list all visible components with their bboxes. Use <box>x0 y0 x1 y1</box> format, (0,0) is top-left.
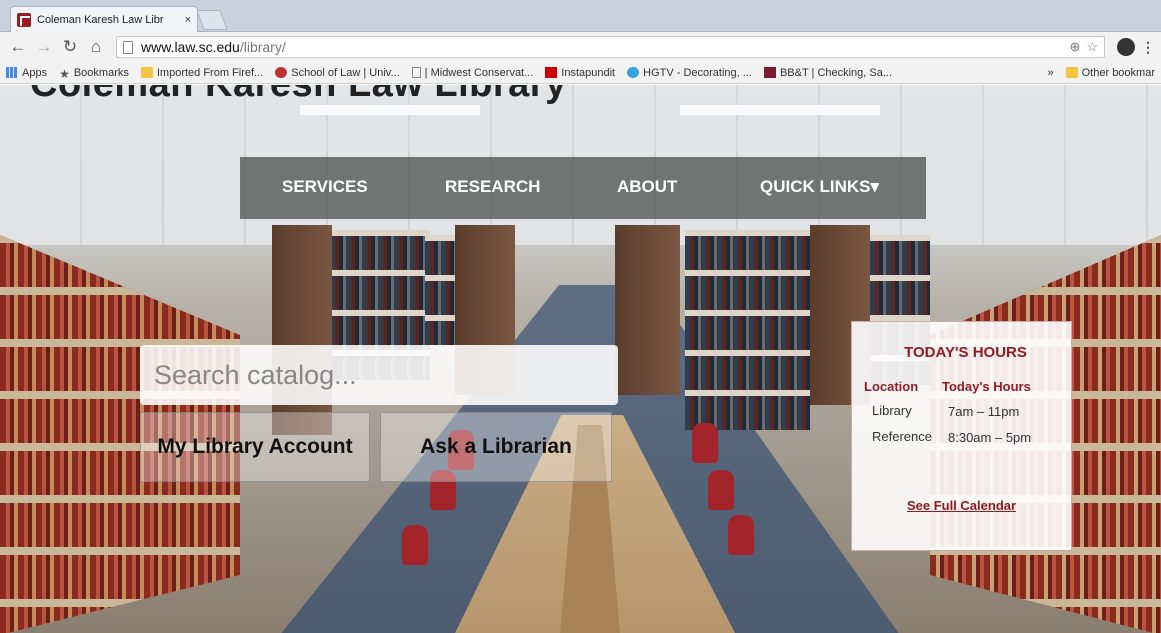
see-full-calendar-link[interactable]: See Full Calendar <box>852 498 1071 513</box>
address-bar[interactable]: www.law.sc.edu/library/ ⊕ ☆ <box>116 36 1105 58</box>
button-label: My Library Account <box>157 435 353 458</box>
bookmarks-overflow-button[interactable]: » <box>1048 67 1054 79</box>
browser-tabstrip: Coleman Karesh Law Libr × <box>0 0 1161 32</box>
nav-research[interactable]: RESEARCH <box>445 177 540 197</box>
button-label: Ask a Librarian <box>420 435 572 458</box>
browser-tab[interactable]: Coleman Karesh Law Libr × <box>10 6 198 32</box>
bookmark-label: Bookmarks <box>73 66 129 79</box>
folder-icon <box>1065 67 1078 78</box>
new-tab-button[interactable] <box>196 10 228 30</box>
hours-location-cell: Reference <box>872 429 932 444</box>
todays-hours-widget: TODAY'S HOURS Location Today's Hours Lib… <box>851 321 1072 551</box>
url-path: /library/ <box>239 39 286 55</box>
library-favicon-icon <box>17 12 31 27</box>
bookmark-label: School of Law | Univ... <box>291 66 400 79</box>
catalog-search-input[interactable] <box>154 359 604 391</box>
bookmark-imported[interactable]: Imported From Firef... <box>140 66 264 79</box>
nav-quick-links[interactable]: QUICK LINKS▾ <box>760 177 879 197</box>
bookmark-school-of-law[interactable]: School of Law | Univ... <box>275 66 400 79</box>
book-stack <box>685 230 810 430</box>
reload-icon[interactable]: ↻ <box>58 35 82 59</box>
stack-end-panel <box>615 225 680 395</box>
hours-table: Location Today's Hours Library 7am – 11p… <box>864 379 1059 446</box>
bookmarks-bar: Apps ★ Bookmarks Imported From Firef... S… <box>0 62 1161 84</box>
bookmark-label: HGTV - Decorating, ... <box>643 66 752 79</box>
hours-time-cell: 7am – 11pm <box>948 404 1020 419</box>
chair <box>728 515 754 555</box>
ceiling-light <box>680 105 880 115</box>
bbt-icon <box>763 67 776 78</box>
site-title[interactable]: Coleman Karesh Law Library <box>30 85 567 106</box>
bookmark-label: Other bookmar <box>1081 66 1155 79</box>
nav-about[interactable]: ABOUT <box>617 177 677 197</box>
browser-toolbar: ← → ↻ ⌂ www.law.sc.edu/library/ ⊕ ☆ ⋮ <box>0 32 1161 62</box>
back-icon[interactable]: ← <box>6 35 30 59</box>
bookmark-label: Apps <box>22 66 48 79</box>
bookmark-bookmarks[interactable]: ★ Bookmarks <box>59 66 129 82</box>
close-tab-icon[interactable]: × <box>185 14 191 26</box>
bookmark-bbt[interactable]: BB&T | Checking, Sa... <box>763 66 893 79</box>
star-icon: ★ <box>59 67 70 81</box>
my-library-account-button[interactable]: My Library Account <box>140 412 370 482</box>
zoom-icon[interactable]: ⊕ <box>1069 39 1080 55</box>
home-icon[interactable]: ⌂ <box>84 35 108 59</box>
nav-services[interactable]: SERVICES <box>282 177 368 197</box>
bookmark-instapundit[interactable]: Instapundit <box>545 67 615 79</box>
folder-icon <box>140 67 153 78</box>
ceiling-light <box>300 105 480 115</box>
bookmark-midwest[interactable]: | Midwest Conservat... <box>411 66 534 79</box>
bookmark-hgtv[interactable]: HGTV - Decorating, ... <box>627 67 752 79</box>
page-icon <box>411 67 421 78</box>
chair <box>708 470 734 510</box>
url-host: www.law.sc.edu <box>141 39 240 55</box>
tab-title: Coleman Karesh Law Libr <box>37 13 164 26</box>
bookmark-apps[interactable]: Apps <box>6 67 47 79</box>
hours-location-cell: Library <box>872 403 912 418</box>
bookmark-star-icon[interactable]: ☆ <box>1086 39 1098 55</box>
ask-a-librarian-button[interactable]: Ask a Librarian <box>380 412 612 482</box>
hours-time-cell: 8:30am – 5pm <box>948 430 1032 445</box>
hgtv-icon <box>627 67 640 78</box>
bookmark-other[interactable]: Other bookmar <box>1065 66 1155 79</box>
bookmark-label: Instapundit <box>561 66 616 79</box>
page-icon <box>123 40 133 54</box>
forward-icon[interactable]: → <box>32 35 56 59</box>
catalog-search-box <box>140 345 618 405</box>
browser-menu-icon[interactable]: ⋮ <box>1141 39 1155 56</box>
apps-grid-icon <box>6 67 18 78</box>
bookmark-label: BB&T | Checking, Sa... <box>779 66 893 79</box>
chair <box>402 525 428 565</box>
main-nav: SERVICES RESEARCH ABOUT QUICK LINKS▾ <box>240 157 926 219</box>
extension-icon[interactable] <box>1117 38 1135 56</box>
bookmark-label: Imported From Firef... <box>156 66 264 79</box>
hours-header-hours: Today's Hours <box>942 379 1031 394</box>
bookmark-label: | Midwest Conservat... <box>424 66 534 79</box>
school-seal-icon <box>275 67 288 78</box>
chair <box>692 423 718 463</box>
instapundit-icon <box>545 67 558 78</box>
hours-header-location: Location <box>864 379 919 394</box>
hours-title: TODAY'S HOURS <box>904 344 1027 361</box>
hero-section: Coleman Karesh Law Library SERVICES RESE… <box>0 85 1161 633</box>
